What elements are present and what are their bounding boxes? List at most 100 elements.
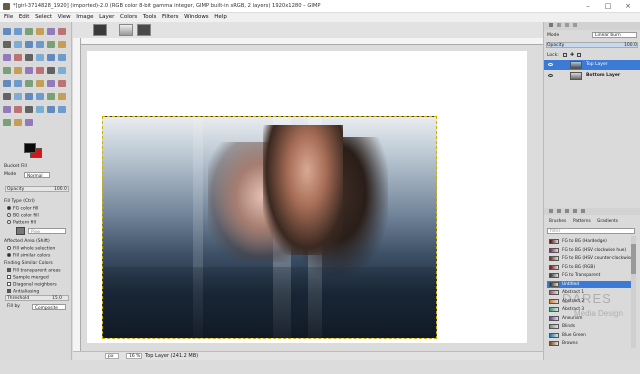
image-layer-composite[interactable] <box>102 116 437 339</box>
menu-select[interactable]: Select <box>35 13 52 22</box>
tool-icon[interactable] <box>14 41 22 48</box>
tool-icon[interactable] <box>14 106 22 113</box>
tool-icon[interactable] <box>36 80 44 87</box>
lock-position-icon[interactable]: ✚ <box>570 53 574 58</box>
tool-icon[interactable] <box>25 80 33 87</box>
canvas-page[interactable] <box>87 51 527 343</box>
raise-layer-icon[interactable] <box>557 209 561 213</box>
tool-icon[interactable] <box>3 54 11 61</box>
fill-pattern-radio[interactable]: Pattern fill <box>7 220 36 226</box>
menu-file[interactable]: File <box>4 13 13 22</box>
tab-gradients[interactable]: Gradients <box>597 219 618 224</box>
tool-icon[interactable] <box>47 41 55 48</box>
maximize-button[interactable]: □ <box>598 1 618 11</box>
menu-image[interactable]: Image <box>76 13 93 22</box>
menu-layer[interactable]: Layer <box>99 13 114 22</box>
gradient-list-scrollbar[interactable] <box>631 236 636 348</box>
tool-icon[interactable] <box>36 54 44 61</box>
tool-icon[interactable] <box>3 28 11 35</box>
tool-icon[interactable] <box>47 67 55 74</box>
scroll-thumb[interactable] <box>631 244 636 274</box>
undo-tab-icon[interactable] <box>573 23 577 27</box>
tool-icon[interactable] <box>14 28 22 35</box>
tool-icon[interactable] <box>14 67 22 74</box>
tool-icon[interactable] <box>3 106 11 113</box>
mode-select[interactable]: Normal <box>24 172 50 179</box>
tab-brushes[interactable]: Brushes <box>549 219 566 224</box>
tool-icon[interactable] <box>47 28 55 35</box>
layer-mode-select[interactable]: Linear burn <box>592 32 637 38</box>
fill-fg-radio[interactable]: FG color fill <box>7 206 38 212</box>
tool-icon[interactable] <box>25 28 33 35</box>
tool-icon[interactable] <box>36 28 44 35</box>
fill-similar-colors-radio[interactable]: Fill similar colors <box>7 253 50 259</box>
tool-icon[interactable] <box>25 67 33 74</box>
lock-alpha-icon[interactable] <box>577 53 581 57</box>
vertical-ruler[interactable] <box>73 38 81 351</box>
close-button[interactable]: × <box>618 1 638 11</box>
gradient-item[interactable]: Untitled <box>547 280 635 288</box>
gradient-item[interactable]: FG to BG (HSV counter-clockwise) <box>547 255 635 262</box>
tool-icon[interactable] <box>36 93 44 100</box>
menu-colors[interactable]: Colors <box>120 13 137 22</box>
tool-icon[interactable] <box>36 67 44 74</box>
layer-row-top[interactable]: Top Layer <box>544 60 640 70</box>
tool-icon[interactable] <box>47 80 55 87</box>
horizontal-ruler[interactable] <box>81 38 543 45</box>
tool-icon[interactable] <box>25 106 33 113</box>
tool-icon[interactable] <box>58 54 66 61</box>
gradient-item[interactable]: Blue Green <box>547 332 635 339</box>
new-layer-icon[interactable] <box>549 209 553 213</box>
fill-transparent-checkbox[interactable]: Fill transparent areas <box>7 268 61 274</box>
fill-by-select[interactable]: Composite <box>32 304 66 311</box>
gradient-filter-input[interactable]: filter <box>547 228 635 234</box>
tool-icon[interactable] <box>14 93 22 100</box>
menu-tools[interactable]: Tools <box>143 13 157 22</box>
tool-icon[interactable] <box>25 41 33 48</box>
gradient-item[interactable]: FG to BG (HSV clockwise hue) <box>547 247 635 254</box>
menu-edit[interactable]: Edit <box>19 13 30 22</box>
tool-icon[interactable] <box>58 80 66 87</box>
canvas-workspace[interactable] <box>81 45 543 351</box>
layers-tab-icon[interactable] <box>549 23 553 27</box>
tool-icon[interactable] <box>3 93 11 100</box>
tool-icon[interactable] <box>58 106 66 113</box>
menu-view[interactable]: View <box>58 13 71 22</box>
tool-icon[interactable] <box>58 67 66 74</box>
gradient-item[interactable]: FG to BG (Hardedge) <box>547 238 635 245</box>
tool-icon[interactable] <box>47 54 55 61</box>
tab-patterns[interactable]: Patterns <box>573 219 591 224</box>
tool-icon[interactable] <box>14 80 22 87</box>
fill-whole-selection-radio[interactable]: Fill whole selection <box>7 246 55 252</box>
visibility-eye-icon[interactable] <box>548 63 553 66</box>
tool-icon[interactable] <box>25 93 33 100</box>
tool-icon[interactable] <box>58 28 66 35</box>
lower-layer-icon[interactable] <box>565 209 569 213</box>
sample-merged-checkbox[interactable]: Sample merged <box>7 275 49 281</box>
pattern-preview[interactable] <box>16 227 25 235</box>
tool-icon[interactable] <box>47 93 55 100</box>
tool-icon[interactable] <box>25 54 33 61</box>
foreground-color-swatch[interactable] <box>24 143 36 153</box>
tool-icon[interactable] <box>58 93 66 100</box>
image-tab-thumbnail[interactable] <box>93 24 107 36</box>
tool-icon[interactable] <box>47 106 55 113</box>
tool-icon[interactable] <box>25 119 33 126</box>
unit-select[interactable]: px <box>105 353 119 359</box>
lock-pixels-icon[interactable] <box>563 53 567 57</box>
gradient-item[interactable]: Blinds <box>547 323 635 330</box>
zoom-select[interactable]: 16 % <box>126 353 142 359</box>
tool-icon[interactable] <box>3 80 11 87</box>
antialiasing-checkbox[interactable]: Antialiasing <box>7 289 39 295</box>
diagonal-neighbors-checkbox[interactable]: Diagonal neighbors <box>7 282 57 288</box>
menu-filters[interactable]: Filters <box>162 13 179 22</box>
menu-windows[interactable]: Windows <box>184 13 209 22</box>
tool-icon[interactable] <box>3 119 11 126</box>
paths-tab-icon[interactable] <box>565 23 569 27</box>
visibility-eye-icon[interactable] <box>548 74 553 77</box>
tool-icon[interactable] <box>36 106 44 113</box>
tool-icon[interactable] <box>3 67 11 74</box>
anchor-layer-icon[interactable] <box>581 209 585 213</box>
gradient-item[interactable]: Browns <box>547 340 635 347</box>
image-tab-thumbnail[interactable] <box>137 24 151 36</box>
